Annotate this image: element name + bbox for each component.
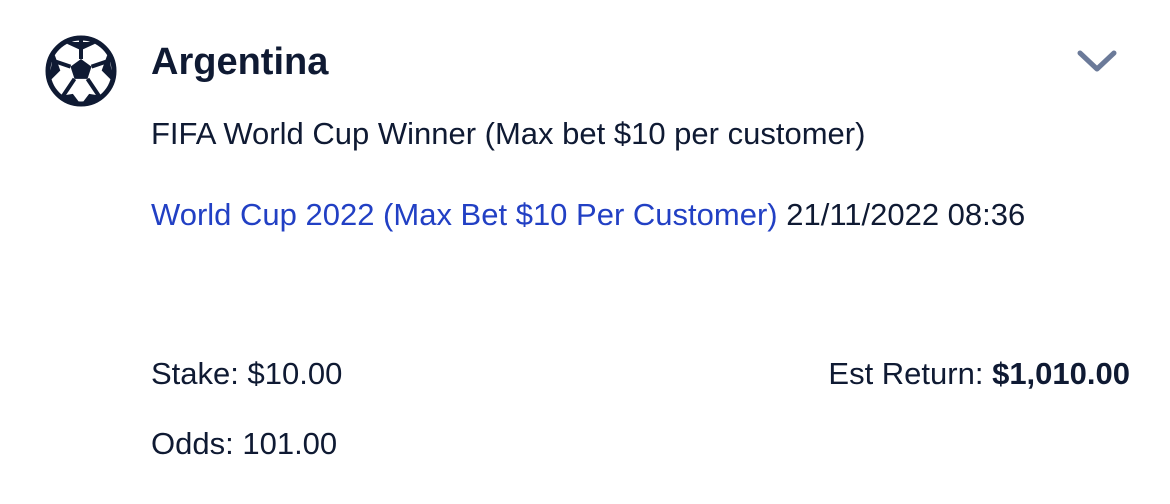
est-return-label: Est Return: <box>828 356 984 391</box>
est-return-line: Est Return: $1,010.00 <box>828 350 1130 398</box>
odds-line: Odds: 101.00 <box>151 420 337 468</box>
est-return-value: $1,010.00 <box>992 356 1130 391</box>
selection-name: Argentina <box>151 41 329 83</box>
soccer-ball-icon <box>44 34 118 108</box>
stake-line: Stake: $10.00 <box>151 350 342 398</box>
event-link[interactable]: World Cup 2022 (Max Bet $10 Per Customer… <box>151 197 778 232</box>
chevron-down-icon[interactable] <box>1074 44 1120 78</box>
bet-card: Argentina FIFA World Cup Winner (Max bet… <box>0 0 1170 504</box>
stake-value: $10.00 <box>247 356 343 391</box>
event-line: World Cup 2022 (Max Bet $10 Per Customer… <box>151 180 1131 250</box>
stake-label: Stake: <box>151 356 239 391</box>
odds-label: Odds: <box>151 426 234 461</box>
event-datetime: 21/11/2022 08:36 <box>786 197 1026 232</box>
odds-value: 101.00 <box>242 426 338 461</box>
market-name: FIFA World Cup Winner (Max bet $10 per c… <box>151 116 866 151</box>
